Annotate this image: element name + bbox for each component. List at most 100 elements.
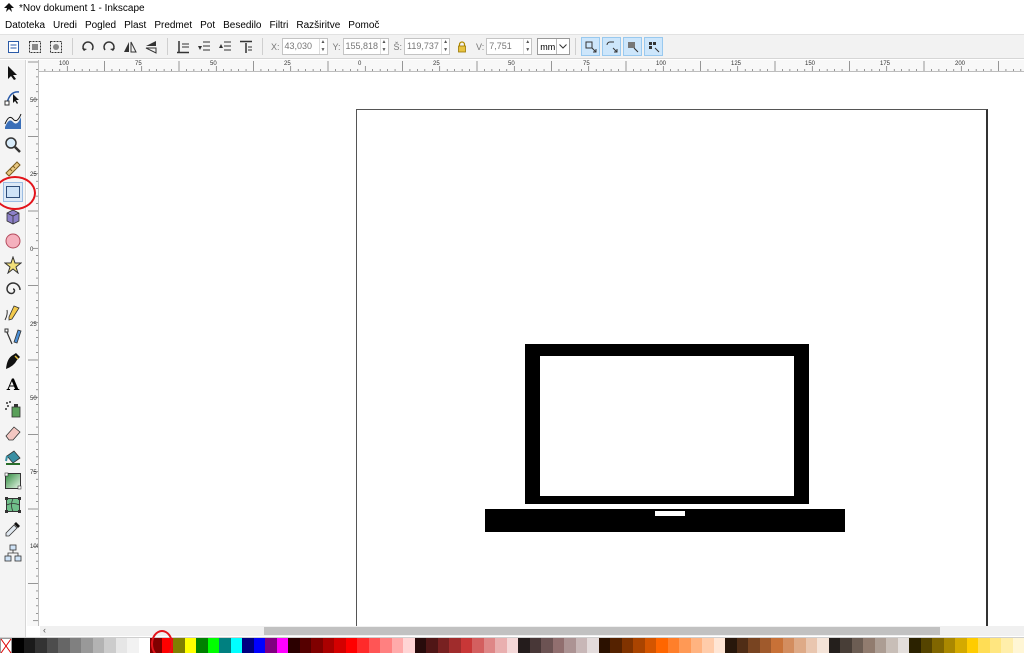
horizontal-ruler[interactable]: 100 75 50 25 0 25 50 75 100 125 150 175 … — [27, 60, 1024, 72]
height-stepper[interactable]: ▲ ▼ — [523, 39, 531, 54]
color-swatch[interactable] — [771, 638, 783, 653]
color-swatch[interactable] — [656, 638, 668, 653]
color-swatch[interactable] — [23, 638, 35, 653]
color-swatch[interactable] — [598, 638, 610, 653]
color-swatch[interactable] — [759, 638, 771, 653]
color-swatch[interactable] — [897, 638, 909, 653]
pencil-tool-icon[interactable] — [3, 303, 23, 323]
color-swatch[interactable] — [81, 638, 93, 653]
color-swatch[interactable] — [932, 638, 944, 653]
color-swatch[interactable] — [587, 638, 599, 653]
color-swatch[interactable] — [127, 638, 139, 653]
color-swatch[interactable] — [886, 638, 898, 653]
color-swatch[interactable] — [736, 638, 748, 653]
height-field[interactable]: 7,751 ▲ ▼ — [486, 38, 533, 55]
move-patterns-toggle[interactable] — [644, 37, 664, 56]
y-stepper[interactable]: ▲ ▼ — [379, 39, 388, 54]
color-swatch[interactable] — [472, 638, 484, 653]
color-swatch[interactable] — [242, 638, 254, 653]
color-swatch[interactable] — [874, 638, 886, 653]
vertical-ruler[interactable]: 50 25 0 25 50 75 100 — [27, 60, 39, 626]
y-field[interactable]: 155,818 ▲ ▼ — [342, 38, 389, 55]
color-swatch[interactable] — [1001, 638, 1013, 653]
color-swatch[interactable] — [380, 638, 392, 653]
x-stepper[interactable]: ▲ ▼ — [318, 39, 327, 54]
chevron-down-icon[interactable] — [556, 39, 569, 54]
dropper-tool-icon[interactable] — [3, 519, 23, 539]
color-swatch[interactable] — [518, 638, 530, 653]
color-swatch[interactable] — [345, 638, 357, 653]
color-swatch[interactable] — [230, 638, 242, 653]
text-tool-icon[interactable]: A — [3, 375, 23, 395]
menu-predmet[interactable]: Predmet — [154, 20, 192, 31]
color-swatch[interactable] — [506, 638, 518, 653]
chevron-left-icon[interactable]: ‹ — [43, 625, 46, 635]
color-swatch[interactable] — [920, 638, 932, 653]
menu-filtri[interactable]: Filtri — [269, 20, 288, 31]
color-swatch[interactable] — [541, 638, 553, 653]
color-swatch[interactable] — [529, 638, 541, 653]
zoom-tool-icon[interactable] — [3, 135, 23, 155]
color-swatch[interactable] — [322, 638, 334, 653]
color-swatch[interactable] — [46, 638, 58, 653]
color-swatch[interactable] — [679, 638, 691, 653]
node-tool-icon[interactable] — [3, 87, 23, 107]
color-swatch[interactable] — [311, 638, 323, 653]
scale-corners-toggle[interactable] — [602, 37, 622, 56]
color-swatch[interactable] — [173, 638, 185, 653]
connector-tool-icon[interactable] — [3, 543, 23, 563]
rotate-cw-button[interactable] — [99, 37, 118, 56]
color-swatch[interactable] — [644, 638, 656, 653]
lock-icon[interactable] — [452, 37, 471, 56]
color-swatch[interactable] — [495, 638, 507, 653]
select-all-button[interactable] — [4, 37, 23, 56]
lower-button[interactable] — [194, 37, 213, 56]
ellipse-tool-icon[interactable] — [3, 231, 23, 251]
color-swatch[interactable] — [403, 638, 415, 653]
color-swatch[interactable] — [989, 638, 1001, 653]
color-swatch[interactable] — [978, 638, 990, 653]
width-stepper[interactable]: ▲ ▼ — [441, 39, 449, 54]
color-swatch[interactable] — [115, 638, 127, 653]
color-swatch[interactable] — [1012, 638, 1024, 653]
color-swatch[interactable] — [782, 638, 794, 653]
color-swatch[interactable] — [621, 638, 633, 653]
color-swatch[interactable] — [483, 638, 495, 653]
color-swatch[interactable] — [955, 638, 967, 653]
mesh-tool-icon[interactable] — [3, 495, 23, 515]
no-paint-swatch[interactable] — [0, 638, 12, 653]
color-swatch[interactable] — [437, 638, 449, 653]
color-swatch[interactable] — [12, 638, 24, 653]
measure-tool-icon[interactable] — [3, 159, 23, 179]
menu-besedilo[interactable]: Besedilo — [223, 20, 261, 31]
x-field[interactable]: 43,030 ▲ ▼ — [281, 38, 328, 55]
color-swatch[interactable] — [575, 638, 587, 653]
spiral-tool-icon[interactable] — [3, 279, 23, 299]
color-swatch[interactable] — [92, 638, 104, 653]
y-value[interactable]: 155,818 — [344, 39, 380, 54]
deselect-button[interactable] — [46, 37, 65, 56]
color-swatch[interactable] — [184, 638, 196, 653]
color-swatch[interactable] — [805, 638, 817, 653]
laptop-drawing[interactable] — [485, 344, 845, 537]
color-swatch[interactable] — [219, 638, 231, 653]
color-swatch[interactable] — [196, 638, 208, 653]
color-swatch[interactable] — [840, 638, 852, 653]
width-value[interactable]: 119,737 — [405, 39, 441, 54]
calligraphy-tool-icon[interactable] — [3, 351, 23, 371]
color-swatch[interactable] — [357, 638, 369, 653]
selector-tool-icon[interactable] — [3, 63, 23, 83]
select-all-layers-button[interactable] — [25, 37, 44, 56]
color-swatch[interactable] — [943, 638, 955, 653]
color-swatch[interactable] — [276, 638, 288, 653]
rectangle-tool-icon[interactable] — [3, 182, 23, 202]
color-swatch[interactable] — [58, 638, 70, 653]
menu-razsiritve[interactable]: Razširitve — [296, 20, 340, 31]
color-swatch[interactable] — [368, 638, 380, 653]
color-swatch[interactable] — [161, 638, 173, 653]
color-swatch[interactable] — [690, 638, 702, 653]
menu-pomoc[interactable]: Pomoč — [348, 20, 379, 31]
color-swatch[interactable] — [817, 638, 829, 653]
color-swatch[interactable] — [104, 638, 116, 653]
color-swatch[interactable] — [564, 638, 576, 653]
